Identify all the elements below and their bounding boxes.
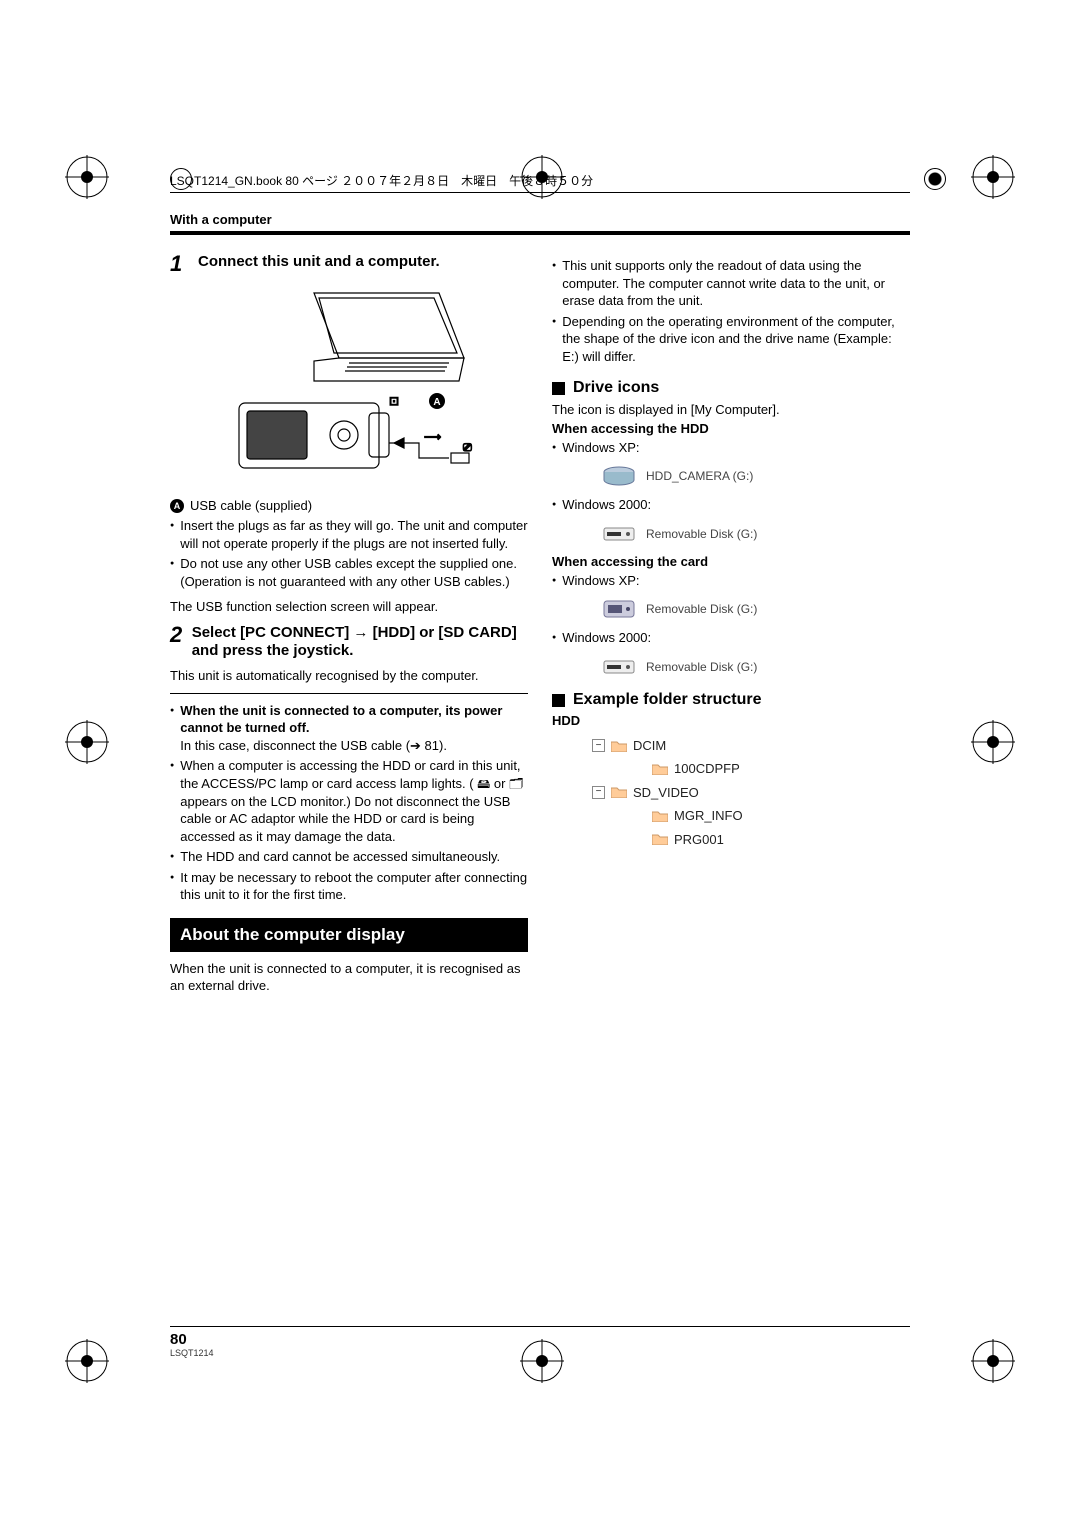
right-top-notes: This unit supports only the readout of d… — [552, 257, 910, 365]
removable-disk-icon — [602, 524, 636, 544]
connection-illustration: ⊡ A ⟶ ⎚ — [219, 283, 479, 486]
hdd-label: HDD — [552, 713, 910, 728]
list-item: Do not use any other USB cables except t… — [170, 555, 528, 590]
folder-icon — [611, 740, 627, 752]
svg-text:⟶: ⟶ — [424, 430, 441, 444]
subhead-drive-icons: Drive icons — [552, 379, 910, 397]
list-item: Windows XP: — [552, 439, 910, 457]
folder-icon — [652, 833, 668, 845]
list-item: It may be necessary to reboot the comput… — [170, 869, 528, 904]
removable-disk-icon — [602, 599, 636, 619]
list-item: Depending on the operating environment o… — [552, 313, 910, 366]
svg-text:A: A — [433, 397, 440, 408]
step-1-number: 1 — [170, 253, 190, 275]
list-item: Windows 2000: — [552, 629, 910, 647]
step-2-number: 2 — [170, 624, 184, 646]
folder-tree: − DCIM 100CDPFP − SD_VIDEO — [592, 734, 910, 851]
crop-mark-icon — [971, 1339, 1015, 1383]
page-number: 80 — [170, 1331, 910, 1348]
sub1-text: The icon is displayed in [My Computer]. — [552, 401, 910, 419]
step-2-title: Select [PC CONNECT] → [HDD] or [SD CARD]… — [192, 624, 528, 662]
note1: The USB function selection screen will a… — [170, 598, 528, 616]
card-heading: When accessing the card — [552, 554, 910, 569]
label-a-icon: A — [170, 499, 184, 513]
banner-about-display: About the computer display — [170, 918, 528, 952]
drive-2k-hdd: Removable Disk (G:) — [602, 524, 910, 544]
right-column: This unit supports only the readout of d… — [552, 253, 910, 1003]
crop-mark-icon — [65, 1339, 109, 1383]
note2: This unit is automatically recognised by… — [170, 667, 528, 685]
tree-collapse-icon: − — [592, 786, 605, 799]
square-bullet-icon — [552, 694, 565, 707]
tree-collapse-icon: − — [592, 739, 605, 752]
caption-a: A USB cable (supplied) — [170, 498, 528, 513]
section-label: With a computer — [170, 212, 910, 227]
doc-id: LSQT1214 — [170, 1348, 910, 1358]
banner-subtext: When the unit is connected to a computer… — [170, 960, 528, 995]
drive-xp-hdd: HDD_CAMERA (G:) — [602, 466, 910, 486]
crop-mark-icon — [971, 155, 1015, 199]
svg-text:⊡: ⊡ — [389, 394, 399, 408]
list-item: Windows XP: — [552, 572, 910, 590]
left-column: 1 Connect this unit and a computer. — [170, 253, 528, 1003]
removable-disk-icon — [602, 657, 636, 677]
drive-xp-card: Removable Disk (G:) — [602, 599, 910, 619]
page-footer: 80 LSQT1214 — [170, 1326, 910, 1358]
drive-2k-card: Removable Disk (G:) — [602, 657, 910, 677]
hdd-icon — [602, 466, 636, 486]
list-item: Insert the plugs as far as they will go.… — [170, 517, 528, 552]
step-1-title: Connect this unit and a computer. — [198, 253, 440, 272]
crop-mark-icon — [65, 155, 109, 199]
list-item: When a computer is accessing the HDD or … — [170, 757, 528, 845]
list-item: Windows 2000: — [552, 496, 910, 514]
caption-a-text: USB cable (supplied) — [190, 498, 312, 513]
list-item: The HDD and card cannot be accessed simu… — [170, 848, 528, 866]
square-bullet-icon — [552, 382, 565, 395]
list-item: When the unit is connected to a computer… — [170, 702, 528, 755]
svg-text:⎚: ⎚ — [463, 442, 472, 454]
folder-icon — [611, 786, 627, 798]
crop-mark-icon — [971, 720, 1015, 764]
divider — [170, 231, 910, 235]
crop-mark-icon — [65, 720, 109, 764]
list-item: This unit supports only the readout of d… — [552, 257, 910, 310]
hdd-heading: When accessing the HDD — [552, 421, 910, 436]
subhead-folder-structure: Example folder structure — [552, 691, 910, 709]
step1-notes: Insert the plugs as far as they will go.… — [170, 517, 528, 590]
folder-icon — [652, 763, 668, 775]
page-header: LSQT1214_GN.book 80 ページ ２００７年２月８日 木曜日 午後… — [170, 172, 910, 193]
divider — [170, 693, 528, 694]
step2-notes: When the unit is connected to a computer… — [170, 702, 528, 904]
folder-icon — [652, 810, 668, 822]
